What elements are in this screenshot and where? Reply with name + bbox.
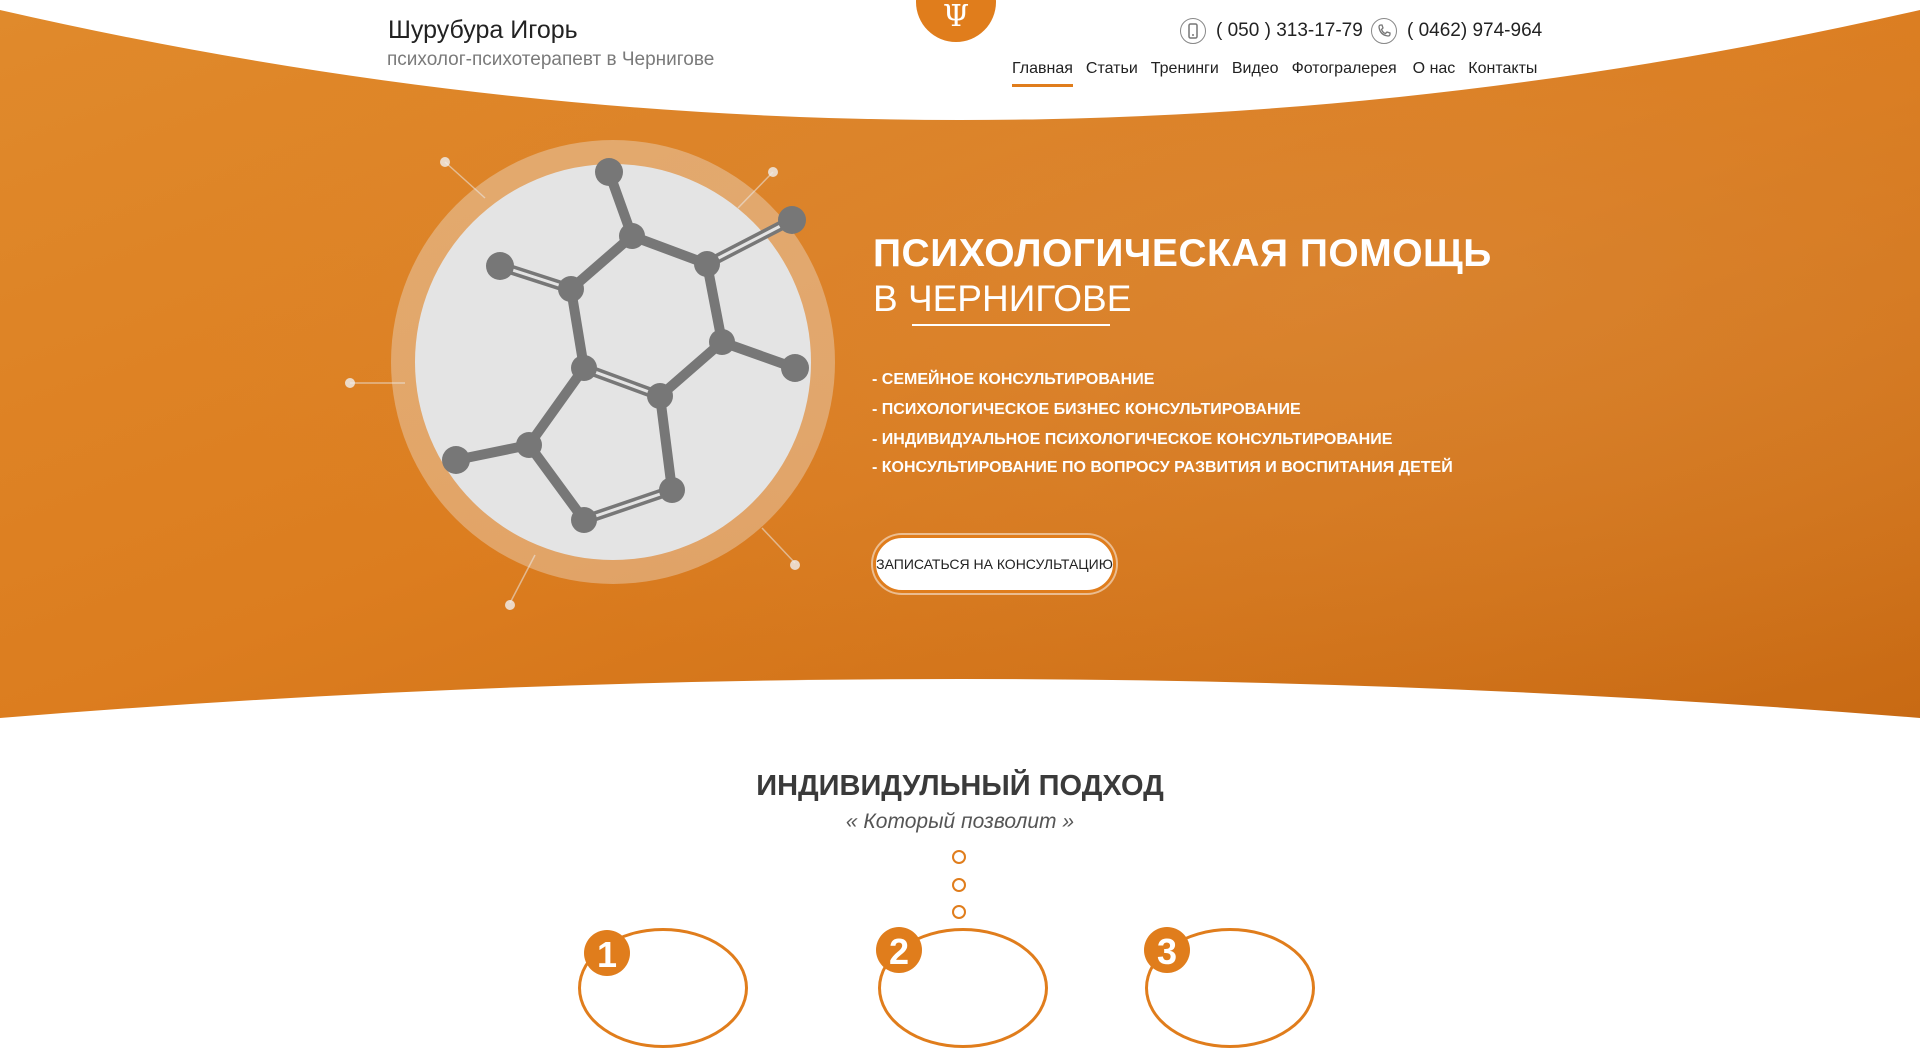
nav-item-about[interactable]: О нас: [1413, 60, 1456, 87]
step-number: 2: [876, 927, 922, 973]
site-tagline: психолог-психотерапевт в Чернигове: [387, 49, 715, 70]
service-item: - ПСИХОЛОГИЧЕСКОЕ БИЗНЕС КОНСУЛЬТИРОВАНИ…: [872, 401, 1301, 418]
service-item: - КОНСУЛЬТИРОВАНИЕ ПО ВОПРОСУ РАЗВИТИЯ И…: [872, 459, 1453, 476]
site-owner-name[interactable]: Шурубура Игорь: [388, 16, 578, 45]
decor-dot-icon: [952, 850, 966, 864]
phone-mobile[interactable]: ( 050 ) 313-17-79: [1180, 18, 1363, 44]
nav-item-video[interactable]: Видео: [1232, 60, 1279, 87]
section-subtitle: « Который позволит »: [845, 810, 1075, 833]
phone-number: ( 0462) 974-964: [1407, 20, 1543, 41]
step-number: 1: [584, 930, 630, 976]
nav-item-home[interactable]: Главная: [1012, 60, 1073, 87]
nav-item-trainings[interactable]: Тренинги: [1151, 60, 1219, 87]
hero-title-line2: В ЧЕРНИГОВЕ: [873, 278, 1132, 319]
nav-item-articles[interactable]: Статьи: [1086, 60, 1138, 87]
book-consultation-button[interactable]: ЗАПИСАТЬСЯ НА КОНСУЛЬТАЦИЮ: [873, 535, 1116, 593]
service-item: - СЕМЕЙНОЕ КОНСУЛЬТИРОВАНИЕ: [872, 371, 1155, 388]
mobile-phone-icon: [1180, 18, 1206, 44]
phone-landline[interactable]: ( 0462) 974-964: [1371, 18, 1542, 44]
molecule-illustration: [345, 140, 835, 610]
step-number: 3: [1144, 927, 1190, 973]
phone-handset-icon: [1371, 18, 1397, 44]
site-header: Шурубура Игорь психолог-психотерапевт в …: [0, 0, 1920, 125]
psi-logo-icon[interactable]: Ψ: [916, 0, 996, 42]
nav-item-gallery[interactable]: Фотогралерея: [1292, 60, 1397, 87]
decor-dot-icon: [952, 878, 966, 892]
services-list: - СЕМЕЙНОЕ КОНСУЛЬТИРОВАНИЕ - ПСИХОЛОГИЧ…: [872, 370, 1453, 488]
phone-number: ( 050 ) 313-17-79: [1216, 20, 1363, 41]
nav-item-contacts[interactable]: Контакты: [1468, 60, 1537, 87]
main-nav: Главная Статьи Тренинги Видео Фотогралер…: [1012, 60, 1537, 87]
hero-title-line1: ПСИХОЛОГИЧЕСКАЯ ПОМОЩЬ: [873, 232, 1492, 275]
service-item: - ИНДИВИДУАЛЬНОЕ ПСИХОЛОГИЧЕСКОЕ КОНСУЛЬ…: [872, 431, 1393, 448]
title-underline: [912, 324, 1110, 326]
section-title: ИНДИВИДУЛЬНЫЙ ПОДХОД: [756, 770, 1164, 802]
decor-dot-icon: [952, 905, 966, 919]
